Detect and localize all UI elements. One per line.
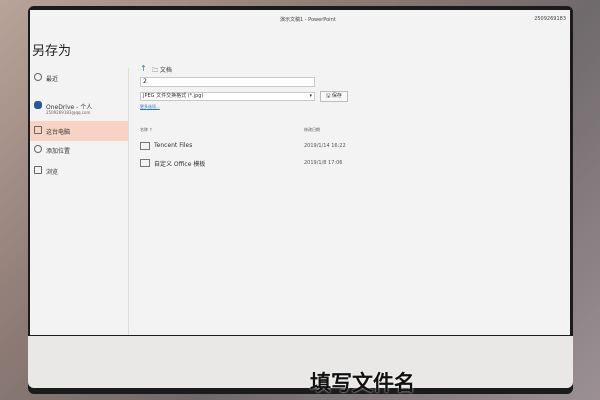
sidebar-item-this-pc[interactable]: 这台电脑	[30, 121, 128, 141]
sidebar-item-recent[interactable]: 最近	[30, 68, 128, 88]
save-button[interactable]: 🖫 保存	[320, 91, 348, 102]
cloud-icon	[34, 101, 42, 109]
breadcrumb-label: 文档	[159, 67, 172, 74]
breadcrumb[interactable]: 🗀 文档	[152, 65, 172, 76]
folder-icon	[34, 166, 42, 174]
list-item[interactable]: Tencent Files 2019/1/14 16:22	[140, 140, 440, 154]
sidebar-item-onedrive[interactable]: OneDrive - 个人 2509269183@qq.com	[30, 96, 128, 122]
account-name[interactable]: 2509269183	[534, 16, 566, 22]
computer-icon	[34, 126, 42, 134]
sidebar-item-add-location[interactable]: 添加位置	[30, 140, 128, 160]
sidebar-item-browse[interactable]: 浏览	[30, 161, 128, 181]
title-bar: 演示文稿1 - PowerPoint 2509269183	[30, 10, 570, 30]
file-date: 2019/1/14 16:22	[304, 143, 346, 149]
file-date: 2019/1/8 17:06	[304, 160, 343, 166]
sidebar-item-label: 浏览	[46, 169, 59, 176]
column-header-name[interactable]: 名称 ↑	[140, 127, 153, 133]
more-options-link[interactable]: 更多选项...	[140, 104, 160, 110]
up-arrow-icon[interactable]: ↑	[140, 64, 147, 73]
sidebar-item-email: 2509269183@qq.com	[46, 110, 91, 115]
globe-icon	[34, 145, 42, 153]
column-header-modified[interactable]: 修改日期	[304, 127, 320, 133]
sidebar-item-label: 添加位置	[46, 148, 71, 155]
clock-icon	[34, 73, 42, 81]
sidebar-item-label: 这台电脑	[46, 129, 71, 136]
folder-icon	[140, 142, 150, 150]
filetype-select[interactable]: JPEG 文件交换格式 (*.jpg) ▾	[140, 92, 315, 101]
folder-icon	[140, 159, 150, 167]
monitor-chin	[28, 336, 573, 388]
list-item[interactable]: 自定义 Office 模板 2019/1/8 17:06	[140, 157, 440, 171]
save-label: 保存	[331, 93, 342, 99]
video-caption: 填写文件名	[310, 371, 415, 395]
window-title: 演示文稿1 - PowerPoint	[280, 17, 336, 23]
file-name: Tencent Files	[154, 142, 193, 149]
chevron-down-icon: ▾	[309, 93, 312, 99]
save-as-sidebar: 最近 OneDrive - 个人 2509269183@qq.com 这台电脑 …	[30, 68, 129, 335]
save-as-main: ↑ 🗀 文档 2 JPEG 文件交换格式 (*.jpg) ▾ 🖫 保存 更多选项…	[140, 64, 560, 335]
filename-input[interactable]: 2	[140, 77, 315, 87]
file-name: 自定义 Office 模板	[154, 161, 206, 168]
filetype-value: JPEG 文件交换格式 (*.jpg)	[143, 93, 204, 99]
powerpoint-window: 演示文稿1 - PowerPoint 2509269183 另存为 最近 One…	[30, 10, 570, 335]
sidebar-item-label: 最近	[46, 76, 59, 83]
page-title: 另存为	[32, 44, 72, 59]
